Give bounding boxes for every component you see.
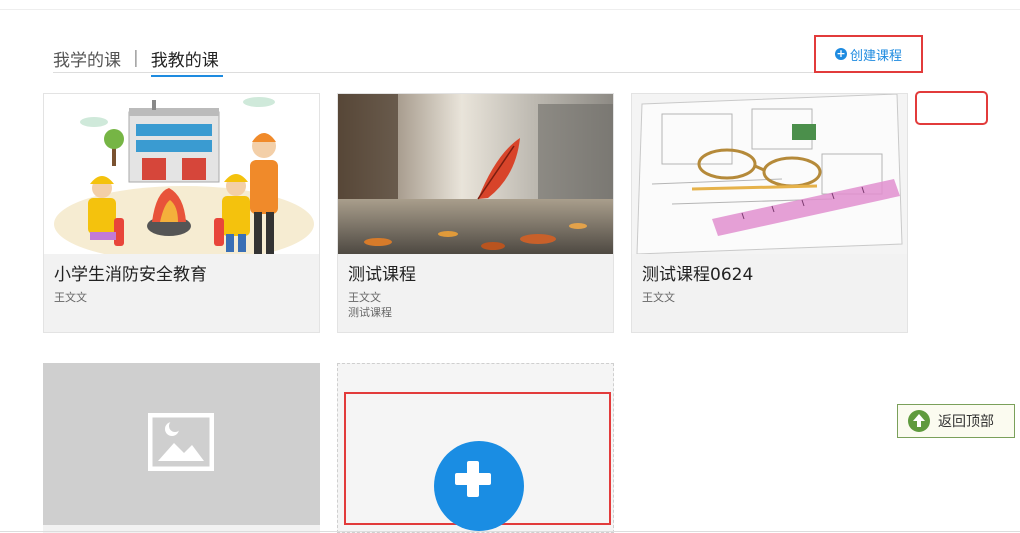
highlight-box: [915, 91, 988, 125]
course-cover-blueprint: [632, 94, 907, 254]
tab-my-teaching[interactable]: 我教的课: [150, 46, 223, 77]
arrow-up-icon: [908, 410, 930, 432]
back-to-top-button[interactable]: 返回顶部: [897, 404, 1015, 438]
add-course-button[interactable]: [344, 392, 611, 531]
course-card-placeholder[interactable]: [43, 363, 320, 533]
tab-my-learning[interactable]: 我学的课: [53, 46, 121, 71]
tab-separator: |: [133, 48, 139, 68]
course-card[interactable]: 测试课程0624 王文文: [631, 93, 908, 333]
course-teacher-desc: 王文文 测试课程: [348, 290, 392, 320]
plus-circle-icon: +: [834, 47, 847, 60]
course-cover-autumn-leaf: [338, 94, 613, 254]
course-teacher: 王文文: [348, 291, 381, 304]
course-title[interactable]: 小学生消防安全教育: [54, 260, 207, 285]
course-title[interactable]: 测试课程: [348, 260, 416, 285]
top-divider: [0, 9, 1020, 10]
course-teacher: 王文文: [642, 291, 675, 304]
create-course-label: 创建课程: [849, 48, 902, 64]
back-to-top-label: 返回顶部: [938, 414, 994, 430]
course-title[interactable]: 测试课程0624: [642, 260, 753, 285]
add-course-card: [337, 363, 614, 533]
course-description: 测试课程: [348, 306, 392, 319]
bottom-divider: [0, 531, 1020, 532]
plus-icon: [434, 441, 524, 531]
create-course-button[interactable]: + 创建课程: [814, 35, 923, 73]
course-tabs: 我学的课 | 我教的课: [53, 44, 223, 77]
tabs-underline-divider: [53, 72, 923, 73]
course-card[interactable]: 测试课程 王文文 测试课程: [337, 93, 614, 333]
image-placeholder-icon: [148, 413, 214, 471]
course-card[interactable]: 小学生消防安全教育 王文文: [43, 93, 320, 333]
course-cover-fire-safety: [44, 94, 319, 254]
course-teacher: 王文文: [54, 291, 87, 304]
